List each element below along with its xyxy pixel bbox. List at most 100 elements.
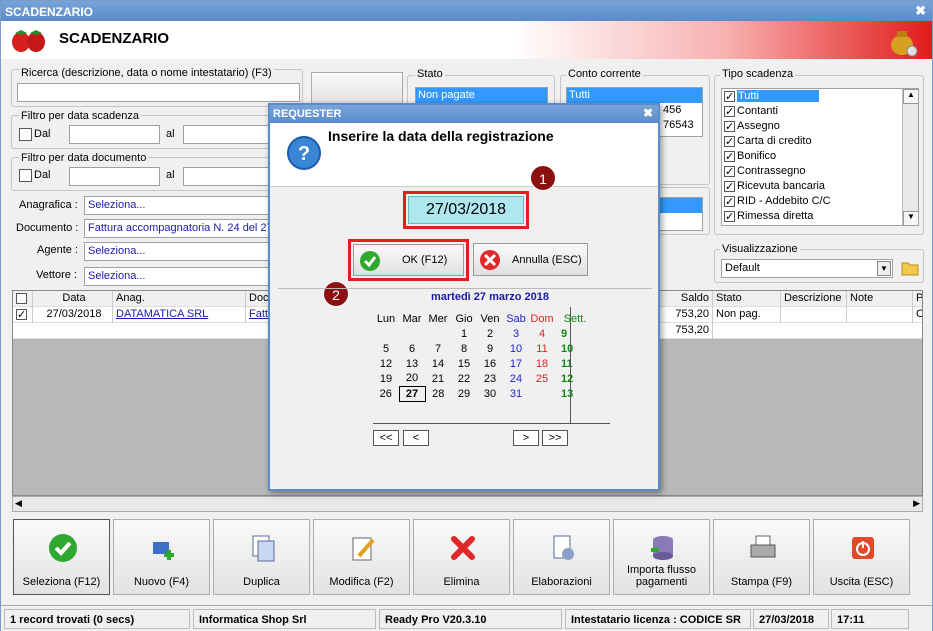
toolbar-button-4[interactable]: Modifica (F2) — [313, 519, 410, 595]
calendar-day[interactable]: 23 — [477, 371, 503, 386]
tipo-scadenza-list[interactable]: ✓ Tutti ✓ Contanti ✓ Assegno ✓ Carta di credito… — [721, 88, 919, 226]
tipo-checkbox[interactable]: ✓ — [724, 105, 735, 117]
folder-icon[interactable] — [900, 259, 920, 277]
calendar-day[interactable]: 30 — [477, 386, 503, 401]
calendar-day[interactable]: 21 — [425, 371, 451, 386]
toolbar-button-1[interactable]: Seleziona (F12) — [13, 519, 110, 595]
tipo-scrollbar[interactable]: ▲ ▼ — [902, 89, 918, 225]
tipo-scadenza-item[interactable]: ✓ Contrassegno — [722, 164, 902, 179]
grid-horizontal-scrollbar[interactable]: ◀ ▶ — [12, 496, 923, 512]
col-stato[interactable]: Stato — [713, 291, 781, 307]
calendar-day[interactable]: 11 — [529, 341, 555, 356]
calendar-day[interactable]: 19 — [373, 371, 399, 386]
calendar-nav-button[interactable]: > — [513, 430, 539, 446]
tipo-scadenza-item[interactable]: ✓ RID - Addebito C/C — [722, 194, 902, 209]
col-note[interactable]: Note — [847, 291, 913, 307]
calendar[interactable]: Lun Mar Mer Gio Ven Sab Dom Sett. 1 2 3 4 9 5 6 7 8 9 10 11… — [373, 307, 610, 424]
tipo-checkbox[interactable]: ✓ — [724, 165, 735, 177]
calendar-day[interactable]: 25 — [529, 371, 555, 386]
calendar-day[interactable]: 22 — [451, 371, 477, 386]
search-input[interactable] — [17, 83, 300, 102]
tipo-checkbox[interactable]: ✓ — [724, 180, 735, 192]
toolbar-button-7[interactable]: Importa flusso pagamenti — [613, 519, 710, 595]
calendar-nav-button[interactable]: < — [403, 430, 429, 446]
tipo-scadenza-item[interactable]: ✓ Tutti — [722, 89, 902, 104]
agente-select[interactable]: Seleziona... — [84, 242, 270, 261]
calendar-day[interactable]: 18 — [529, 356, 555, 371]
close-icon[interactable]: ✖ — [915, 3, 926, 19]
dialog-close-icon[interactable]: ✖ — [643, 106, 653, 120]
calendar-day[interactable]: 15 — [451, 356, 477, 371]
calendar-day[interactable]: 5 — [373, 341, 399, 356]
tipo-scadenza-item[interactable]: ✓ Rimessa diretta — [722, 209, 902, 224]
calendar-nav-button[interactable]: << — [373, 430, 399, 446]
calendar-day[interactable]: 17 — [503, 356, 529, 371]
tipo-checkbox[interactable]: ✓ — [724, 195, 735, 207]
calendar-day[interactable]: 13 — [399, 356, 425, 371]
col-anag[interactable]: Anag. — [113, 291, 246, 307]
scroll-left-icon[interactable]: ◀ — [15, 498, 22, 509]
tipo-checkbox[interactable]: ✓ — [724, 135, 735, 147]
ok-button[interactable]: OK (F12) — [353, 244, 464, 276]
calendar-day[interactable]: 4 — [529, 326, 555, 341]
tipo-scadenza-item[interactable]: ✓ Bonifico — [722, 149, 902, 164]
toolbar-button-6[interactable]: Elaborazioni — [513, 519, 610, 595]
calendar-day[interactable]: 3 — [503, 326, 529, 341]
tipo-checkbox[interactable]: ✓ — [724, 150, 735, 162]
doc-date-checkbox[interactable] — [19, 169, 32, 182]
toolbar-button-9[interactable]: Uscita (ESC) — [813, 519, 910, 595]
calendar-day[interactable]: 2 — [477, 326, 503, 341]
date-input[interactable]: 27/03/2018 — [408, 196, 524, 224]
due-date-checkbox[interactable] — [19, 128, 32, 141]
col-data[interactable]: Data — [33, 291, 113, 307]
col-pa[interactable]: Pa — [913, 291, 922, 307]
calendar-day[interactable]: 8 — [451, 341, 477, 356]
calendar-day[interactable]: 20 — [399, 371, 425, 386]
calendar-day[interactable]: 27 — [398, 385, 426, 402]
calendar-day[interactable]: 31 — [503, 386, 529, 401]
vettore-select[interactable]: Seleziona... — [84, 267, 270, 286]
toolbar-button-5[interactable]: Elimina — [413, 519, 510, 595]
tipo-scadenza-item[interactable]: ✓ Ricevuta bancaria — [722, 179, 902, 194]
grid-select-all[interactable] — [13, 291, 33, 307]
due-from-input[interactable] — [69, 125, 160, 144]
calendar-day[interactable]: 9 — [477, 341, 503, 356]
calendar-day[interactable]: 26 — [373, 386, 399, 401]
col-descrizione[interactable]: Descrizione — [781, 291, 847, 307]
chevron-down-icon[interactable]: ▼ — [877, 261, 891, 276]
calendar-day[interactable]: 12 — [373, 356, 399, 371]
calendar-day[interactable]: 14 — [425, 356, 451, 371]
calendar-day[interactable]: 24 — [503, 371, 529, 386]
doc-to-input[interactable] — [183, 167, 271, 186]
toolbar-button-3[interactable]: Duplica — [213, 519, 310, 595]
col-saldo[interactable]: Saldo — [659, 291, 713, 307]
toolbar-button-8[interactable]: Stampa (F9) — [713, 519, 810, 595]
toolbar-button-2[interactable]: Nuovo (F4) — [113, 519, 210, 595]
tipo-checkbox[interactable]: ✓ — [724, 210, 735, 222]
col-docu[interactable]: Docu — [246, 291, 270, 307]
visualizzazione-select[interactable]: Default ▼ — [721, 259, 893, 278]
tipo-checkbox[interactable]: ✓ — [724, 120, 735, 132]
row-checkbox[interactable]: ✓ — [13, 307, 33, 323]
row-docu-link[interactable]: Fatt — [246, 307, 270, 323]
stato-item[interactable]: Non pagate — [416, 88, 547, 103]
documento-select[interactable]: Fattura accompagnatoria N. 24 del 27 — [84, 219, 270, 238]
calendar-day[interactable]: 7 — [425, 341, 451, 356]
doc-from-input[interactable] — [69, 167, 160, 186]
tipo-scadenza-item[interactable]: ✓ Assegno — [722, 119, 902, 134]
calendar-day[interactable]: 6 — [399, 341, 425, 356]
anagrafica-select[interactable]: Seleziona... — [84, 196, 270, 215]
calendar-day[interactable]: 10 — [503, 341, 529, 356]
conto-item[interactable]: Tutti — [567, 88, 702, 103]
tipo-scadenza-item[interactable]: ✓ Carta di credito — [722, 134, 902, 149]
calendar-day[interactable]: 16 — [477, 356, 503, 371]
cancel-button[interactable]: Annulla (ESC) — [473, 243, 588, 276]
row-anag-link[interactable]: DATAMATICA SRL — [113, 307, 246, 323]
tipo-checkbox[interactable]: ✓ — [724, 90, 735, 102]
calendar-day[interactable]: 1 — [451, 326, 477, 341]
tipo-scadenza-item[interactable]: ✓ Contanti — [722, 104, 902, 119]
scroll-right-icon[interactable]: ▶ — [913, 498, 920, 509]
calendar-day[interactable]: 29 — [451, 386, 477, 401]
calendar-day[interactable]: 28 — [425, 386, 451, 401]
due-to-input[interactable] — [183, 125, 271, 144]
